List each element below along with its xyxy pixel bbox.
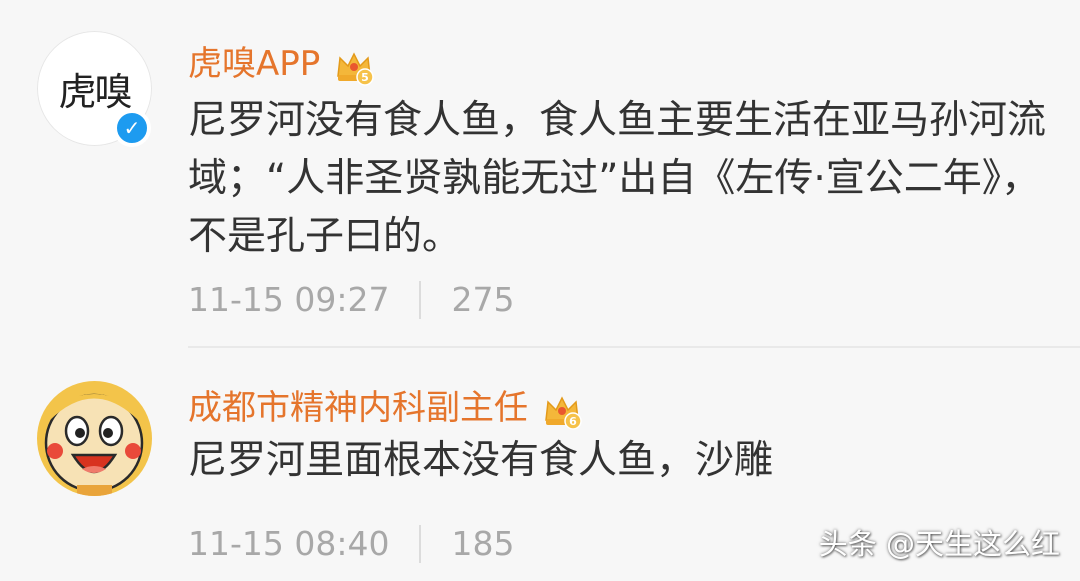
like-count[interactable]: 275 <box>451 280 514 319</box>
username[interactable]: 虎嗅APP 5 <box>188 36 375 86</box>
comment-item: 虎嗅 ✓ 虎嗅APP 5 尼罗河没有食人鱼，食人鱼主要生活在亚马孙河流域；“人非… <box>0 0 1080 346</box>
comment-time: 11-15 08:40 <box>188 524 390 563</box>
avatar[interactable]: 虎嗅 ✓ <box>37 31 152 147</box>
verified-badge-icon: ✓ <box>113 109 151 147</box>
svg-text:6: 6 <box>569 415 577 428</box>
meta-separator <box>419 524 422 563</box>
comment-meta: 11-15 08:40 185 <box>188 524 514 563</box>
comment-meta: 11-15 09:27 275 <box>188 280 514 319</box>
crown-level-icon: 6 <box>545 395 582 430</box>
avatar[interactable] <box>37 381 152 496</box>
comment-text: 尼罗河没有食人鱼，食人鱼主要生活在亚马孙河流域；“人非圣贤孰能无过”出自《左传·… <box>188 98 1047 259</box>
crown-level-icon: 5 <box>337 51 375 86</box>
svg-text:5: 5 <box>361 71 369 84</box>
username[interactable]: 成都市精神内科副主任 6 <box>188 380 582 430</box>
comment-time: 11-15 09:27 <box>188 280 390 319</box>
meta-separator <box>419 280 422 319</box>
like-count[interactable]: 185 <box>451 524 514 563</box>
username-label: 成都市精神内科副主任 <box>188 388 528 428</box>
comment-text: 尼罗河里面根本没有食人鱼，沙雕 <box>188 438 774 483</box>
watermark: 头条 @天生这么红 <box>818 527 1060 561</box>
username-label: 虎嗅APP <box>188 44 321 84</box>
avatar-logo-text: 虎嗅 <box>58 70 132 114</box>
cartoon-avatar-icon <box>37 381 152 496</box>
